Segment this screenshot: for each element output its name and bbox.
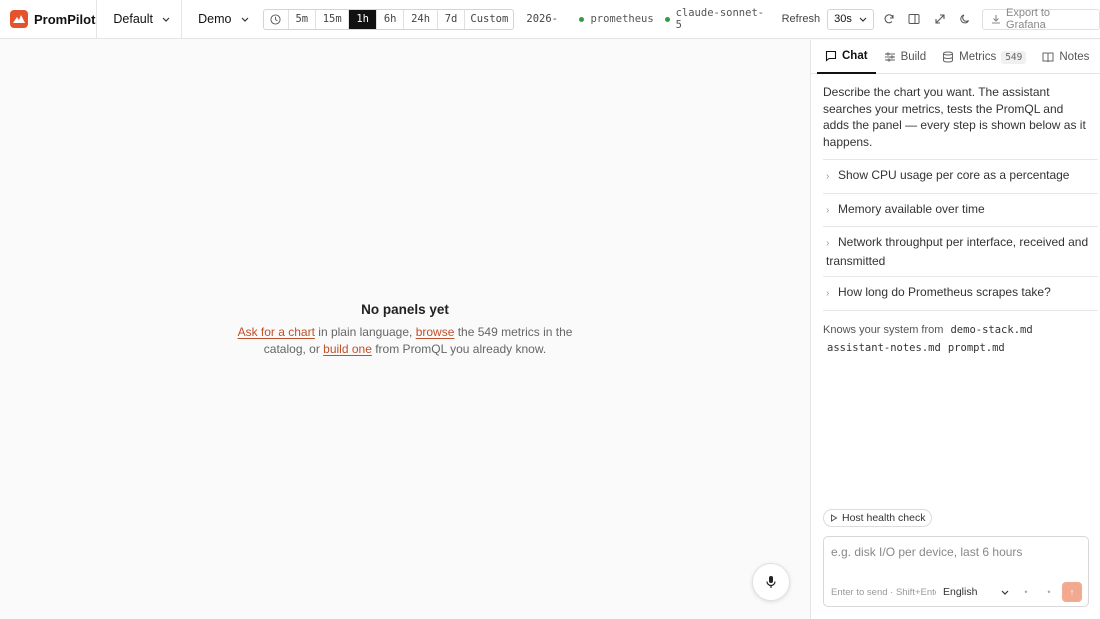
chevron-down-icon <box>241 17 249 22</box>
tab-build-label: Build <box>900 51 927 63</box>
status-dot-icon <box>579 16 585 22</box>
refresh-icon[interactable] <box>876 9 902 30</box>
tab-metrics[interactable]: Metrics 549 <box>934 40 1034 74</box>
range-custom[interactable]: Custom <box>464 9 513 29</box>
metrics-count-badge: 549 <box>1001 50 1027 64</box>
ask-chart-link[interactable]: Ask for a chart <box>238 325 315 339</box>
empty-state-title: No panels yet <box>361 302 449 317</box>
knowledge-file[interactable]: demo-stack.md <box>950 324 1032 336</box>
prometheus-status-label: prometheus <box>590 13 654 25</box>
moon-icon[interactable] <box>952 9 978 30</box>
suggestion-list: › Show CPU usage per core as a percentage… <box>823 159 1098 311</box>
metrics-icon <box>942 51 959 63</box>
tab-notes-label: Notes <box>1059 51 1090 63</box>
date-range-text[interactable]: 2026- <box>526 13 575 25</box>
status-dot-icon <box>664 16 670 22</box>
suggestion-label: Show CPU usage per core as a percentage <box>838 168 1070 182</box>
range-5m[interactable]: 5m <box>287 9 316 29</box>
knowledge-sources: Knows your system from demo-stack.md ass… <box>811 311 1100 357</box>
chat-icon <box>825 50 842 62</box>
empty-text-1: in plain language, <box>314 325 416 339</box>
range-24h[interactable]: 24h <box>403 9 436 29</box>
send-hint: Enter to send · Shift+Enter for newline <box>831 587 936 598</box>
range-6h[interactable]: 6h <box>375 9 404 29</box>
knowledge-file[interactable]: assistant-notes.md <box>827 342 941 354</box>
empty-state-text: Ask for a chart in plain language, brows… <box>230 324 580 358</box>
range-15m[interactable]: 15m <box>315 9 348 29</box>
language-value: English <box>943 586 978 598</box>
language-select[interactable]: English <box>943 584 1009 600</box>
suggestion-label: Network throughput per interface, receiv… <box>826 235 1089 268</box>
chevron-down-icon <box>859 17 867 22</box>
microphone-button[interactable] <box>752 563 790 601</box>
empty-text-3: from PromQL you already know. <box>371 342 547 356</box>
dashboard-select-value: Default <box>113 12 154 26</box>
build-one-link[interactable]: build one <box>323 342 372 356</box>
send-button[interactable]: ↑ <box>1062 582 1082 602</box>
model-status-label: claude-sonnet-5 <box>675 7 765 31</box>
tab-chat[interactable]: Chat <box>817 40 876 74</box>
datasource-select-value: Demo <box>198 12 232 26</box>
range-7d[interactable]: 7d <box>436 9 465 29</box>
tab-chat-label: Chat <box>842 50 868 62</box>
suggestion-item[interactable]: › How long do Prometheus scrapes take? <box>823 277 1098 311</box>
assistant-panel: Chat Build Metrics 549 Notes Describe th… <box>810 40 1100 619</box>
suggestion-label: How long do Prometheus scrapes take? <box>838 285 1051 299</box>
download-icon <box>991 14 1001 24</box>
model-status: claude-sonnet-5 <box>664 7 769 31</box>
suggestion-item[interactable]: › Network throughput per interface, recei… <box>823 227 1098 277</box>
prometheus-status: prometheus <box>579 13 654 25</box>
host-health-check-chip[interactable]: Host health check <box>823 509 933 527</box>
play-icon <box>830 514 842 522</box>
browse-link[interactable]: browse <box>416 325 455 339</box>
export-grafana-button[interactable]: Export to Grafana <box>982 7 1100 31</box>
arrow-up-icon: ↑ <box>1069 587 1075 597</box>
time-range-group: 5m 15m 1h 6h 24h 7d Custom <box>262 8 515 30</box>
assistant-intro: Describe the chart you want. The assista… <box>823 85 1086 149</box>
refresh-interval-select[interactable]: 30s <box>827 8 874 30</box>
app-name: PromPilot <box>34 11 96 27</box>
build-icon <box>884 51 901 63</box>
chevron-down-icon <box>162 17 170 22</box>
microphone-icon <box>765 575 777 589</box>
dashboard-select[interactable]: Default <box>97 0 183 38</box>
suggestion-item[interactable]: › Memory available over time <box>823 194 1098 227</box>
chevron-right-icon: › <box>826 288 830 299</box>
clock-icon[interactable] <box>264 10 288 29</box>
panel-tabs: Chat Build Metrics 549 Notes <box>811 40 1100 74</box>
brand[interactable]: PromPilot <box>0 0 98 38</box>
chat-composer: Enter to send · Shift+Enter for newline … <box>823 536 1089 607</box>
chip-label: Host health check <box>842 512 926 524</box>
chevron-right-icon: › <box>826 204 830 216</box>
tab-build[interactable]: Build <box>876 40 935 74</box>
chevron-right-icon: › <box>826 238 830 249</box>
datasource-select[interactable]: Demo <box>182 0 263 38</box>
sidebar-toggle-icon[interactable] <box>901 9 927 30</box>
refresh-label: Refresh <box>781 13 821 25</box>
dashboard-canvas: No panels yet Ask for a chart in plain l… <box>0 40 810 619</box>
export-grafana-label: Export to Grafana <box>1006 7 1051 31</box>
knowledge-file[interactable]: prompt.md <box>948 342 1005 354</box>
chevron-right-icon: › <box>826 171 830 182</box>
attach-icon[interactable]: • <box>1020 586 1032 598</box>
tab-notes[interactable]: Notes <box>1034 40 1097 74</box>
refresh-interval-value: 30s <box>834 13 852 25</box>
mic-small-icon[interactable]: • <box>1043 586 1055 598</box>
range-1h[interactable]: 1h <box>348 9 376 29</box>
tab-metrics-label: Metrics <box>959 51 997 63</box>
notes-icon <box>1042 51 1059 63</box>
suggestion-label: Memory available over time <box>838 201 985 216</box>
knows-prefix: Knows your system from <box>823 323 944 336</box>
mountain-logo-icon <box>10 10 28 28</box>
suggestion-item[interactable]: › Show CPU usage per core as a percentage <box>823 160 1098 194</box>
chat-input[interactable] <box>831 545 1081 559</box>
chevron-down-icon <box>1001 590 1009 595</box>
top-bar: PromPilot Default Demo 5m 15m 1h 6h 24h … <box>0 0 1100 39</box>
fullscreen-icon[interactable] <box>927 9 953 30</box>
